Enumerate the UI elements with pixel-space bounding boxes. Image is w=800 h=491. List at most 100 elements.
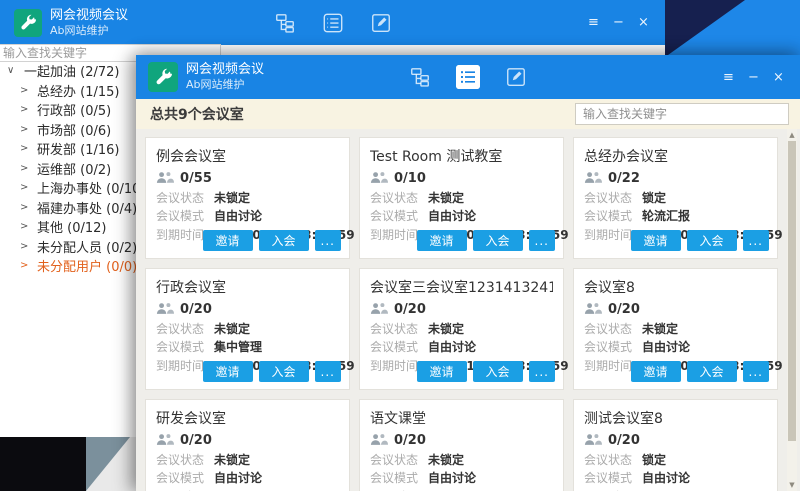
window-title-block: 网会视频会议 Ab网站维护 <box>50 8 128 38</box>
wrench-icon <box>148 62 178 92</box>
invite-button[interactable]: 邀请 <box>631 361 681 382</box>
participant-row: 0/20 <box>156 433 339 448</box>
wallpaper-slate-triangle <box>86 437 130 491</box>
status-value: 未锁定 <box>214 191 250 205</box>
wrench-icon <box>14 9 42 37</box>
caret-icon[interactable]: > <box>20 85 31 96</box>
status-value: 未锁定 <box>642 322 678 336</box>
meeting-room-card: 会议室三会议室123141324141三会... 0/20 会议状态 未锁定 会… <box>359 268 564 390</box>
caret-icon[interactable]: > <box>20 163 31 174</box>
mode-row: 会议模式 自由讨论 <box>370 471 553 485</box>
caret-icon[interactable]: > <box>20 221 31 232</box>
scroll-down-icon[interactable]: ▼ <box>787 481 797 489</box>
participant-row: 0/20 <box>370 302 553 317</box>
status-label: 会议状态 <box>370 453 428 467</box>
more-button[interactable]: ... <box>529 361 555 382</box>
card-actions: 邀请 入会 ... <box>631 230 769 251</box>
room-title: 测试会议室8 <box>584 408 767 428</box>
status-label: 会议状态 <box>584 453 642 467</box>
app-subtitle: Ab网站维护 <box>50 24 128 38</box>
tree-item-label: 福建办事处 (0/4) <box>37 198 137 217</box>
caret-icon[interactable]: > <box>20 143 31 154</box>
more-button[interactable]: ... <box>315 361 341 382</box>
join-button[interactable]: 入会 <box>473 230 523 251</box>
join-button[interactable]: 入会 <box>473 361 523 382</box>
caret-icon[interactable]: ∨ <box>7 65 18 76</box>
room-title: 研发会议室 <box>156 408 339 428</box>
invite-button[interactable]: 邀请 <box>203 230 253 251</box>
mode-row: 会议模式 自由讨论 <box>156 471 339 485</box>
status-row: 会议状态 锁定 <box>584 191 767 205</box>
mode-label: 会议模式 <box>156 471 214 485</box>
toolbar-icons <box>273 11 393 35</box>
caret-icon[interactable]: > <box>20 260 31 271</box>
room-search-input[interactable] <box>575 103 789 125</box>
participant-count: 0/20 <box>394 302 426 317</box>
room-count-summary: 总共9个会议室 <box>150 104 244 124</box>
room-title: 会议室三会议室123141324141三会... <box>370 277 553 297</box>
tree-item-label: 总经办 (1/15) <box>37 81 119 100</box>
mode-row: 会议模式 自由讨论 <box>370 340 553 354</box>
participant-count: 0/55 <box>180 171 212 186</box>
caret-icon[interactable]: > <box>20 202 31 213</box>
status-value: 未锁定 <box>428 322 464 336</box>
more-button[interactable]: ... <box>315 230 341 251</box>
participants-icon <box>370 300 388 319</box>
more-button[interactable]: ... <box>529 230 555 251</box>
join-button[interactable]: 入会 <box>687 230 737 251</box>
meeting-list-icon[interactable] <box>321 11 345 35</box>
scrollbar-thumb[interactable] <box>788 141 796 441</box>
status-row: 会议状态 未锁定 <box>370 191 553 205</box>
close-button[interactable]: × <box>636 15 651 30</box>
invite-button[interactable]: 邀请 <box>631 230 681 251</box>
participants-icon <box>156 169 174 188</box>
invite-button[interactable]: 邀请 <box>417 361 467 382</box>
compose-icon[interactable] <box>369 11 393 35</box>
mode-value: 自由讨论 <box>428 471 476 485</box>
participants-icon <box>370 431 388 450</box>
room-card-grid: 例会会议室 0/55 会议状态 未锁定 会议模式 自由讨论 到期时间 <box>136 129 786 491</box>
participant-row: 0/10 <box>370 171 553 186</box>
scroll-up-icon[interactable]: ▲ <box>787 131 797 139</box>
participant-row: 0/20 <box>584 433 767 448</box>
room-title: 行政会议室 <box>156 277 339 297</box>
room-title: 总经办会议室 <box>584 146 767 166</box>
status-label: 会议状态 <box>584 322 642 336</box>
mode-value: 自由讨论 <box>214 209 262 223</box>
caret-icon[interactable]: > <box>20 104 31 115</box>
close-button[interactable]: × <box>771 70 786 85</box>
caret-icon[interactable]: > <box>20 182 31 193</box>
invite-button[interactable]: 邀请 <box>203 361 253 382</box>
caret-icon[interactable]: > <box>20 124 31 135</box>
join-button[interactable]: 入会 <box>259 361 309 382</box>
tree-item-label: 一起加油 (2/72) <box>24 61 119 80</box>
participants-icon <box>584 169 602 188</box>
room-title: 例会会议室 <box>156 146 339 166</box>
meeting-list-icon-active[interactable] <box>456 65 480 89</box>
status-label: 会议状态 <box>584 191 642 205</box>
card-actions: 邀请 入会 ... <box>203 361 341 382</box>
status-row: 会议状态 未锁定 <box>370 453 553 467</box>
minimize-button[interactable]: − <box>611 15 626 30</box>
participant-count: 0/20 <box>394 433 426 448</box>
vertical-scrollbar[interactable]: ▲ ▼ <box>787 129 797 491</box>
minimize-button[interactable]: − <box>746 70 761 85</box>
menu-button[interactable]: ≡ <box>721 70 736 85</box>
join-button[interactable]: 入会 <box>687 361 737 382</box>
mode-value: 自由讨论 <box>642 340 690 354</box>
caret-icon[interactable]: > <box>20 241 31 252</box>
participant-count: 0/22 <box>608 171 640 186</box>
menu-button[interactable]: ≡ <box>586 15 601 30</box>
compose-icon[interactable] <box>504 65 528 89</box>
more-button[interactable]: ... <box>743 230 769 251</box>
meeting-room-card: Test Room 测试教室 0/10 会议状态 未锁定 会议模式 自由讨论 到… <box>359 137 564 259</box>
desktop-wallpaper-top-right <box>665 0 800 55</box>
mode-label: 会议模式 <box>370 471 428 485</box>
more-button[interactable]: ... <box>743 361 769 382</box>
participant-row: 0/22 <box>584 171 767 186</box>
org-structure-icon[interactable] <box>273 11 297 35</box>
foreground-window: 网会视频会议 Ab网站维护 ≡ − × 总共9个会议室 例会会议室 <box>136 55 800 491</box>
org-structure-icon[interactable] <box>408 65 432 89</box>
join-button[interactable]: 入会 <box>259 230 309 251</box>
invite-button[interactable]: 邀请 <box>417 230 467 251</box>
